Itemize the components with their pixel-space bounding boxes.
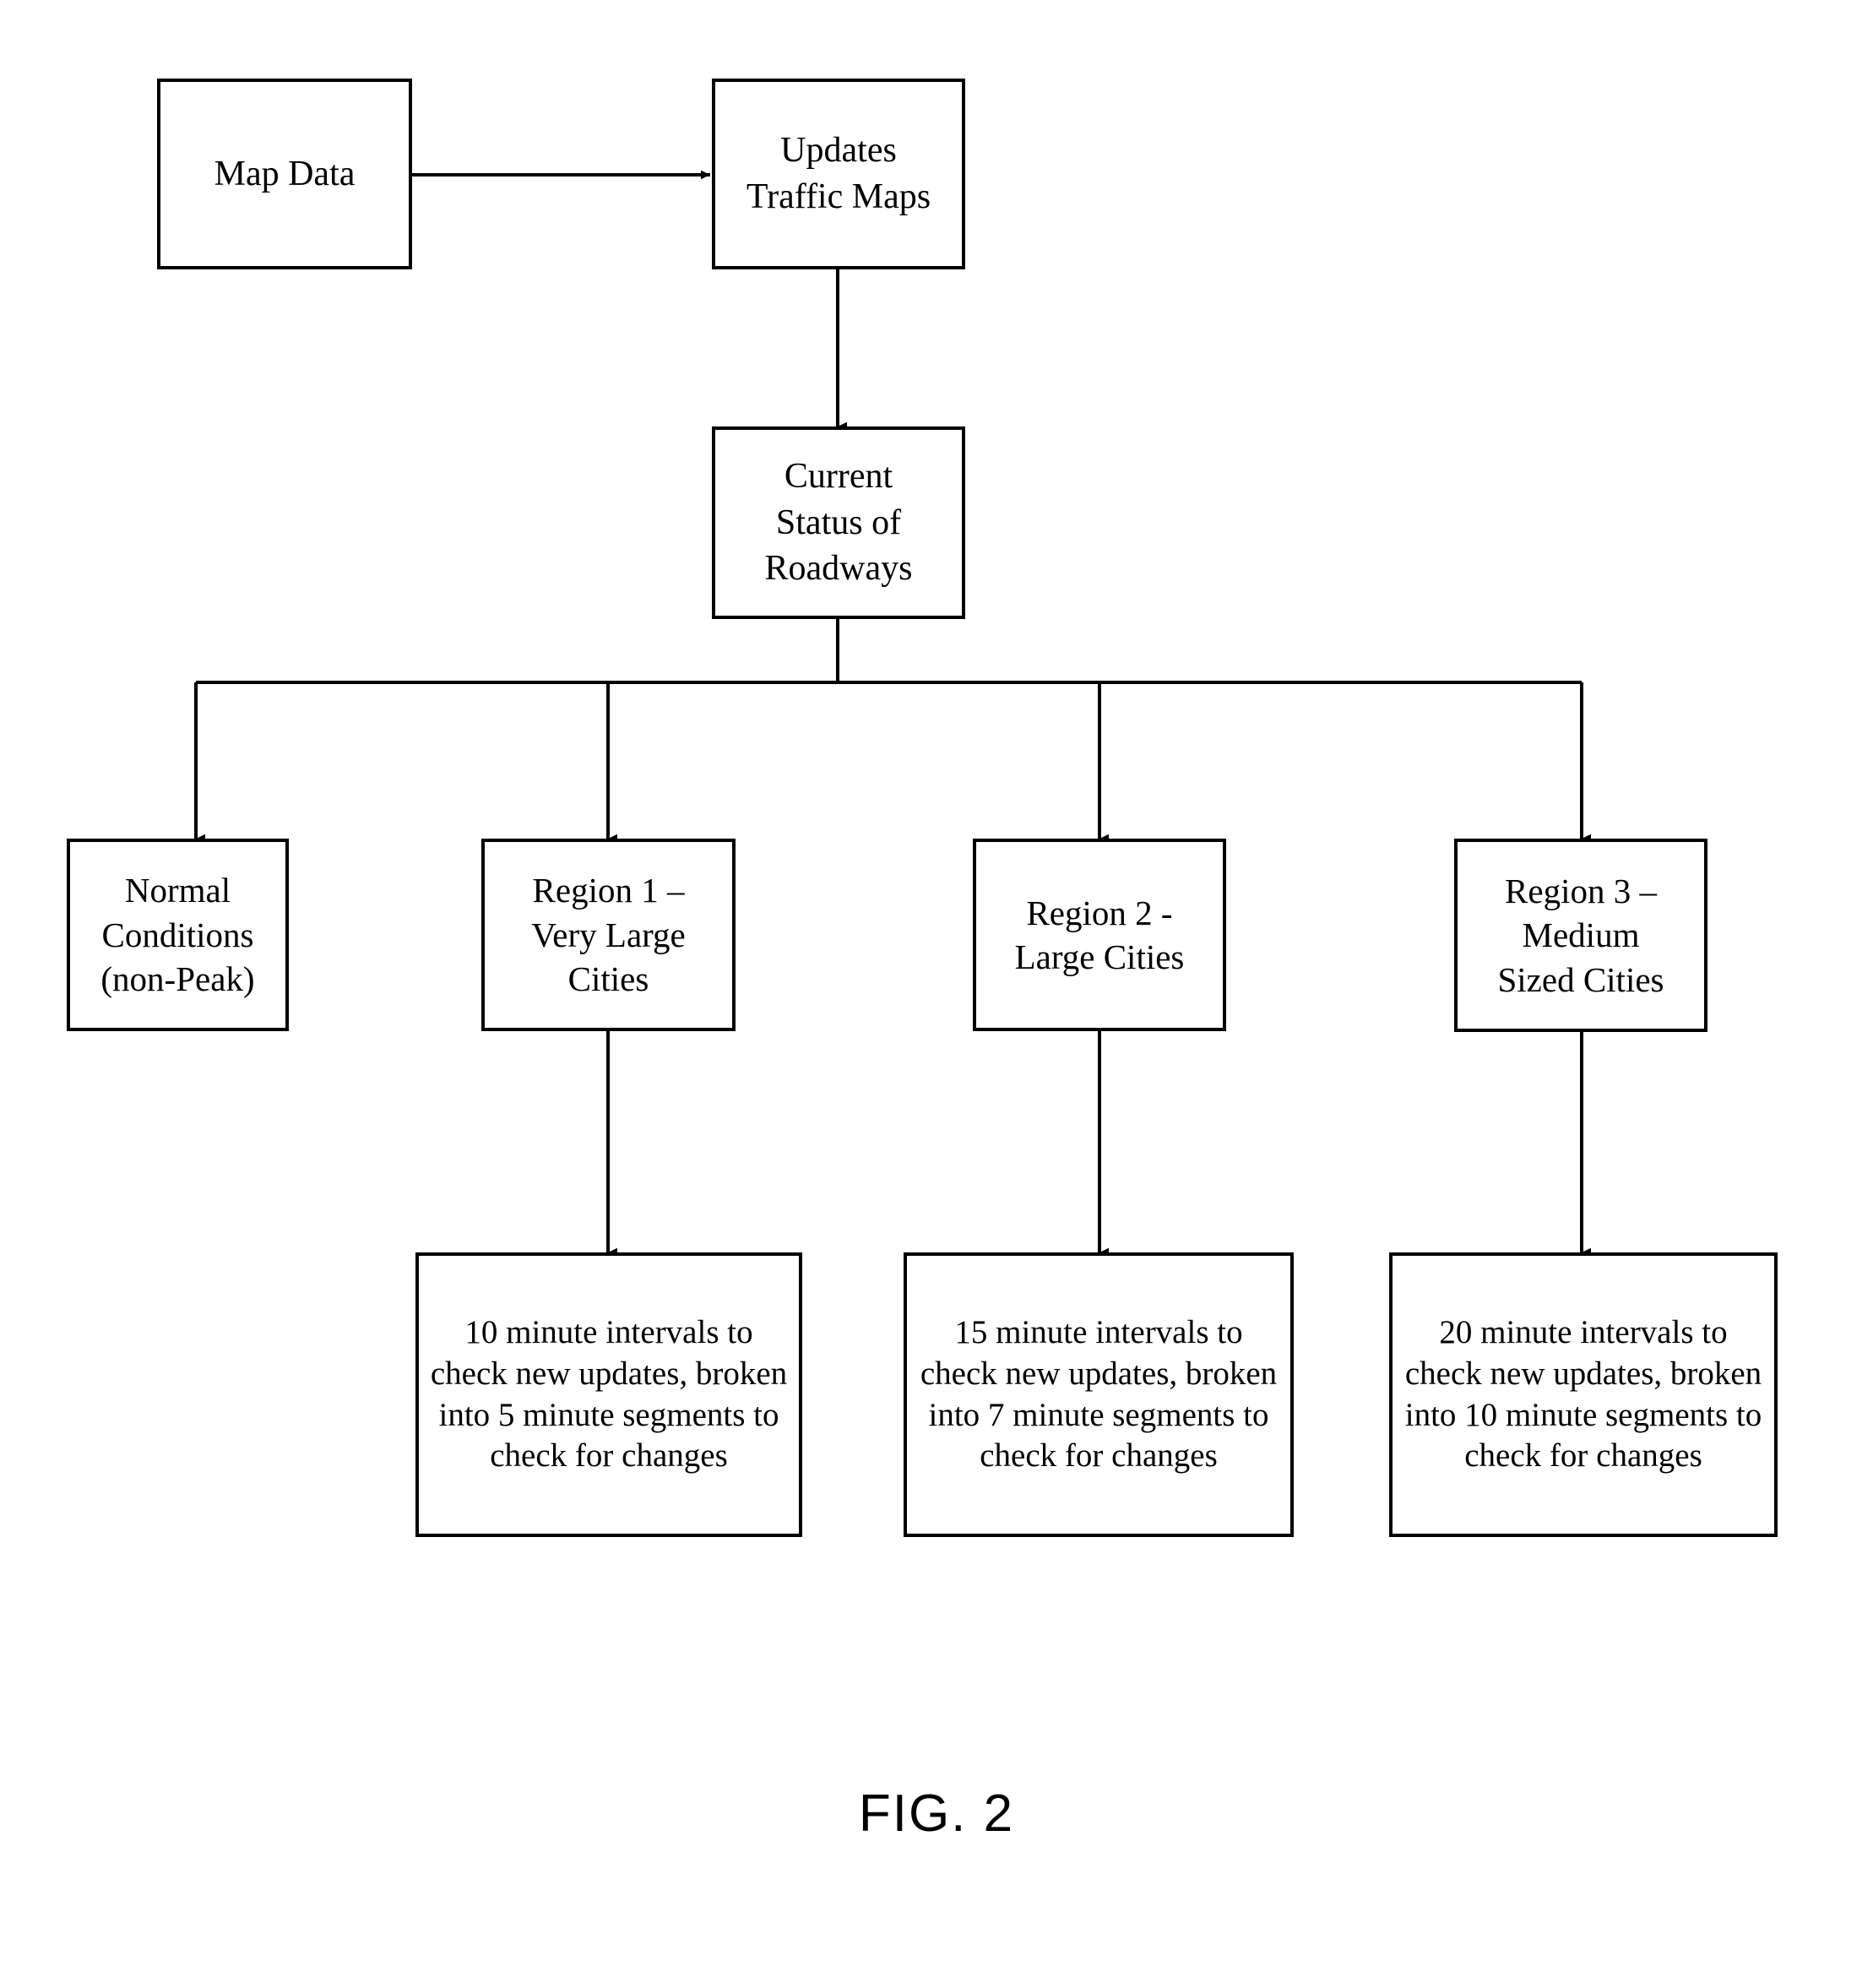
figure-canvas: Map Data Updates Traffic Maps Current St…	[0, 0, 1873, 1988]
node-region-3[interactable]: Region 3 – Medium Sized Cities	[1454, 839, 1707, 1032]
node-map-data[interactable]: Map Data	[157, 79, 412, 269]
node-current-status-of-roadways-label: Current Status of Roadways	[764, 457, 913, 589]
node-current-status-of-roadways[interactable]: Current Status of Roadways	[712, 426, 965, 619]
figure-caption: FIG. 2	[858, 1784, 1015, 1843]
node-region-2-label: Region 2 - Large Cities	[1014, 893, 1185, 976]
node-normal-conditions[interactable]: Normal Conditions (non-Peak)	[67, 839, 289, 1031]
node-updates-traffic-maps-label: Updates Traffic Maps	[746, 131, 931, 216]
node-region-1[interactable]: Region 1 – Very Large Cities	[481, 839, 736, 1031]
node-region-2-interval-detail-label: 15 minute intervals to check new updates…	[920, 1314, 1278, 1475]
node-region-2[interactable]: Region 2 - Large Cities	[973, 839, 1226, 1031]
node-region-3-interval-detail[interactable]: 20 minute intervals to check new updates…	[1389, 1252, 1778, 1537]
node-region-2-interval-detail[interactable]: 15 minute intervals to check new updates…	[904, 1252, 1294, 1537]
node-region-1-interval-detail-label: 10 minute intervals to check new updates…	[430, 1314, 788, 1475]
node-updates-traffic-maps[interactable]: Updates Traffic Maps	[712, 79, 965, 269]
node-map-data-label: Map Data	[214, 154, 356, 193]
node-region-1-interval-detail[interactable]: 10 minute intervals to check new updates…	[415, 1252, 802, 1537]
node-normal-conditions-label: Normal Conditions (non-Peak)	[100, 871, 255, 999]
node-region-3-label: Region 3 – Medium Sized Cities	[1497, 871, 1664, 999]
node-region-3-interval-detail-label: 20 minute intervals to check new updates…	[1404, 1314, 1762, 1475]
node-region-1-label: Region 1 – Very Large Cities	[531, 871, 686, 999]
